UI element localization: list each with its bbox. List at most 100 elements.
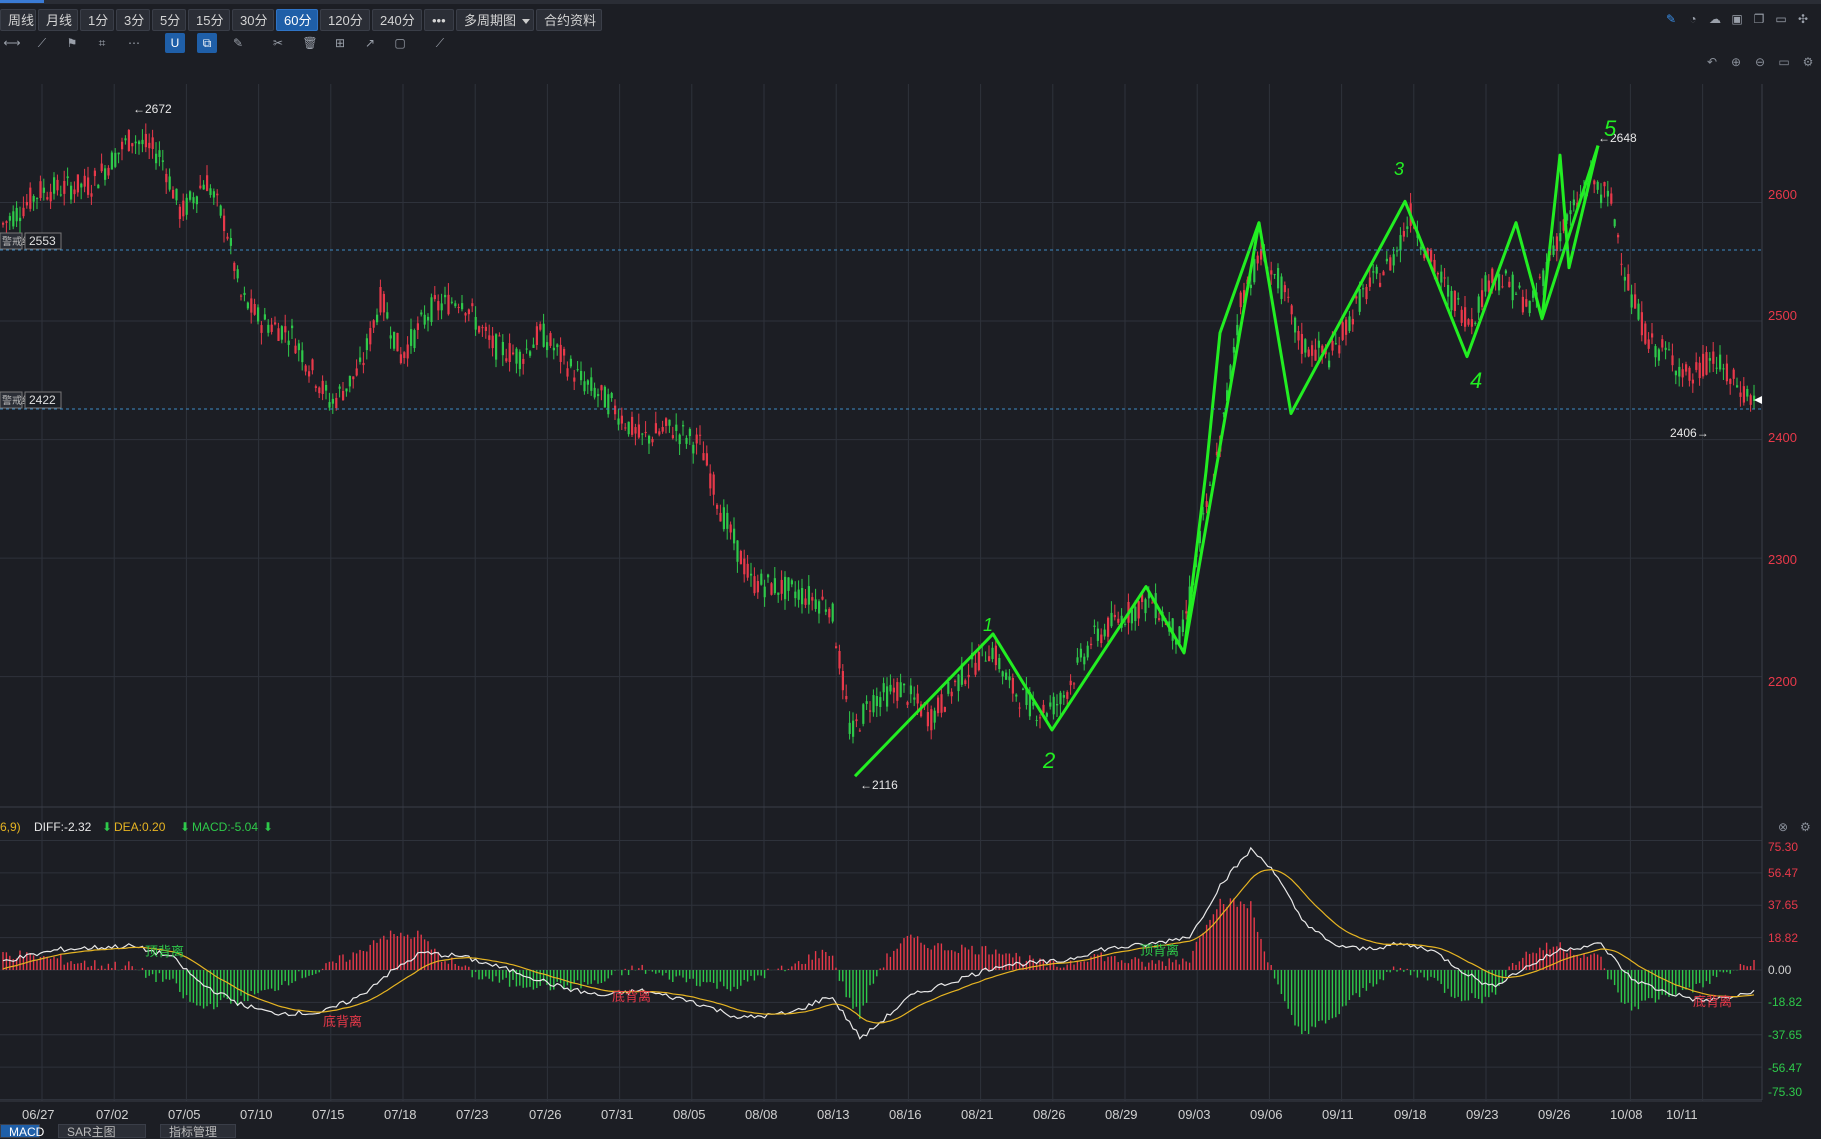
candle-body: [478, 326, 481, 333]
candle-body: [277, 328, 280, 341]
candle-body: [576, 369, 579, 371]
candle-body: [450, 301, 453, 303]
candle-body: [212, 191, 215, 198]
candle-body: [1137, 601, 1140, 619]
candles: [2, 123, 1756, 744]
candle-body: [403, 352, 406, 358]
candle-body: [49, 191, 52, 202]
candle-body: [318, 387, 321, 394]
candle-body: [1695, 362, 1698, 370]
chart-area[interactable]: 警戒线 2553 警戒线 2422 2600 2500 2400 2300 22…: [0, 0, 1821, 1136]
candle-body: [328, 402, 331, 408]
candle-body: [811, 597, 814, 601]
candle-body: [794, 591, 797, 599]
wave-label-2: 2: [1042, 748, 1055, 773]
candle-body: [1331, 341, 1334, 351]
wave-labels: 1 2 3 4 5: [983, 116, 1617, 773]
candle-body: [155, 153, 158, 164]
candle-body: [1249, 284, 1252, 289]
wave-line: [853, 145, 1600, 778]
candle-body: [114, 152, 117, 167]
candle-body: [1688, 367, 1691, 381]
candle-body: [1712, 351, 1715, 364]
candle-body: [491, 335, 494, 349]
candle-body: [1018, 707, 1021, 709]
candle-body: [1236, 324, 1239, 336]
candle-body: [967, 674, 970, 678]
candle-body: [1049, 702, 1052, 707]
candle-body: [821, 596, 824, 600]
candle-body: [389, 335, 392, 339]
candle-body: [559, 344, 562, 362]
candle-body: [573, 377, 576, 382]
macd-tick: -18.82: [1768, 995, 1802, 1009]
candle-body: [1181, 619, 1184, 632]
candle-body: [1294, 317, 1297, 333]
candle-body: [838, 650, 841, 669]
indicator-tabs: MACD SAR主图 指标管理: [0, 1124, 1821, 1139]
candle-body: [1280, 276, 1283, 299]
candle-body: [1678, 366, 1681, 377]
candle-body: [461, 303, 464, 310]
candle-body: [104, 168, 107, 180]
macd-tick: 56.47: [1768, 866, 1798, 880]
x-label: 07/31: [601, 1107, 634, 1122]
x-label: 07/23: [456, 1107, 489, 1122]
candle-body: [5, 221, 8, 223]
candle-body: [1382, 271, 1385, 276]
candle-body: [607, 394, 610, 415]
candle-body: [1355, 296, 1358, 299]
candle-body: [25, 201, 28, 206]
candle-body: [1093, 625, 1096, 628]
macd-tick: 75.30: [1768, 840, 1798, 854]
candle-body: [172, 189, 175, 199]
candle-body: [131, 143, 134, 147]
candle-body: [1725, 363, 1728, 382]
candle-body: [736, 540, 739, 562]
candle-body: [1606, 190, 1609, 197]
candle-body: [304, 365, 307, 372]
candle-body: [1375, 266, 1378, 274]
candle-body: [760, 573, 763, 585]
candle-body: [991, 647, 994, 660]
candle-body: [1396, 250, 1399, 252]
candle-body: [257, 307, 260, 322]
candle-body: [229, 238, 232, 246]
candle-body: [586, 380, 589, 385]
candle-body: [671, 435, 674, 439]
candle-body: [784, 576, 787, 600]
candle-body: [512, 352, 515, 355]
candle-body: [121, 141, 124, 150]
candle-body: [773, 578, 776, 594]
candle-body: [1596, 181, 1599, 190]
candle-body: [1719, 354, 1722, 370]
candle-body: [733, 528, 736, 544]
close-icon[interactable]: ⊗: [1778, 820, 1788, 834]
candle-body: [168, 176, 171, 190]
candle-body: [641, 433, 644, 435]
x-label: 07/10: [240, 1107, 273, 1122]
candle-body: [59, 194, 62, 196]
candle-body: [688, 428, 691, 437]
candle-body: [314, 386, 317, 388]
candle-body: [148, 142, 151, 149]
candle-body: [1205, 501, 1208, 507]
candle-body: [1736, 385, 1739, 388]
candle-body: [654, 423, 657, 434]
candle-body: [301, 350, 304, 363]
candle-body: [270, 324, 273, 332]
candle-body: [1593, 180, 1596, 185]
candle-body: [1134, 606, 1137, 622]
candle-body: [110, 152, 113, 170]
candle-body: [1328, 360, 1331, 368]
candle-body: [1307, 349, 1310, 357]
candle-body: [556, 344, 559, 348]
settings-icon[interactable]: ⚙: [1800, 820, 1811, 834]
candle-body: [1634, 294, 1637, 309]
candle-body: [1317, 340, 1320, 348]
macd-histogram: [2, 898, 1755, 1035]
candle-body: [1521, 296, 1524, 313]
candle-body: [1715, 367, 1718, 369]
price-tick: 2600: [1768, 187, 1797, 202]
candle-body: [444, 294, 447, 298]
